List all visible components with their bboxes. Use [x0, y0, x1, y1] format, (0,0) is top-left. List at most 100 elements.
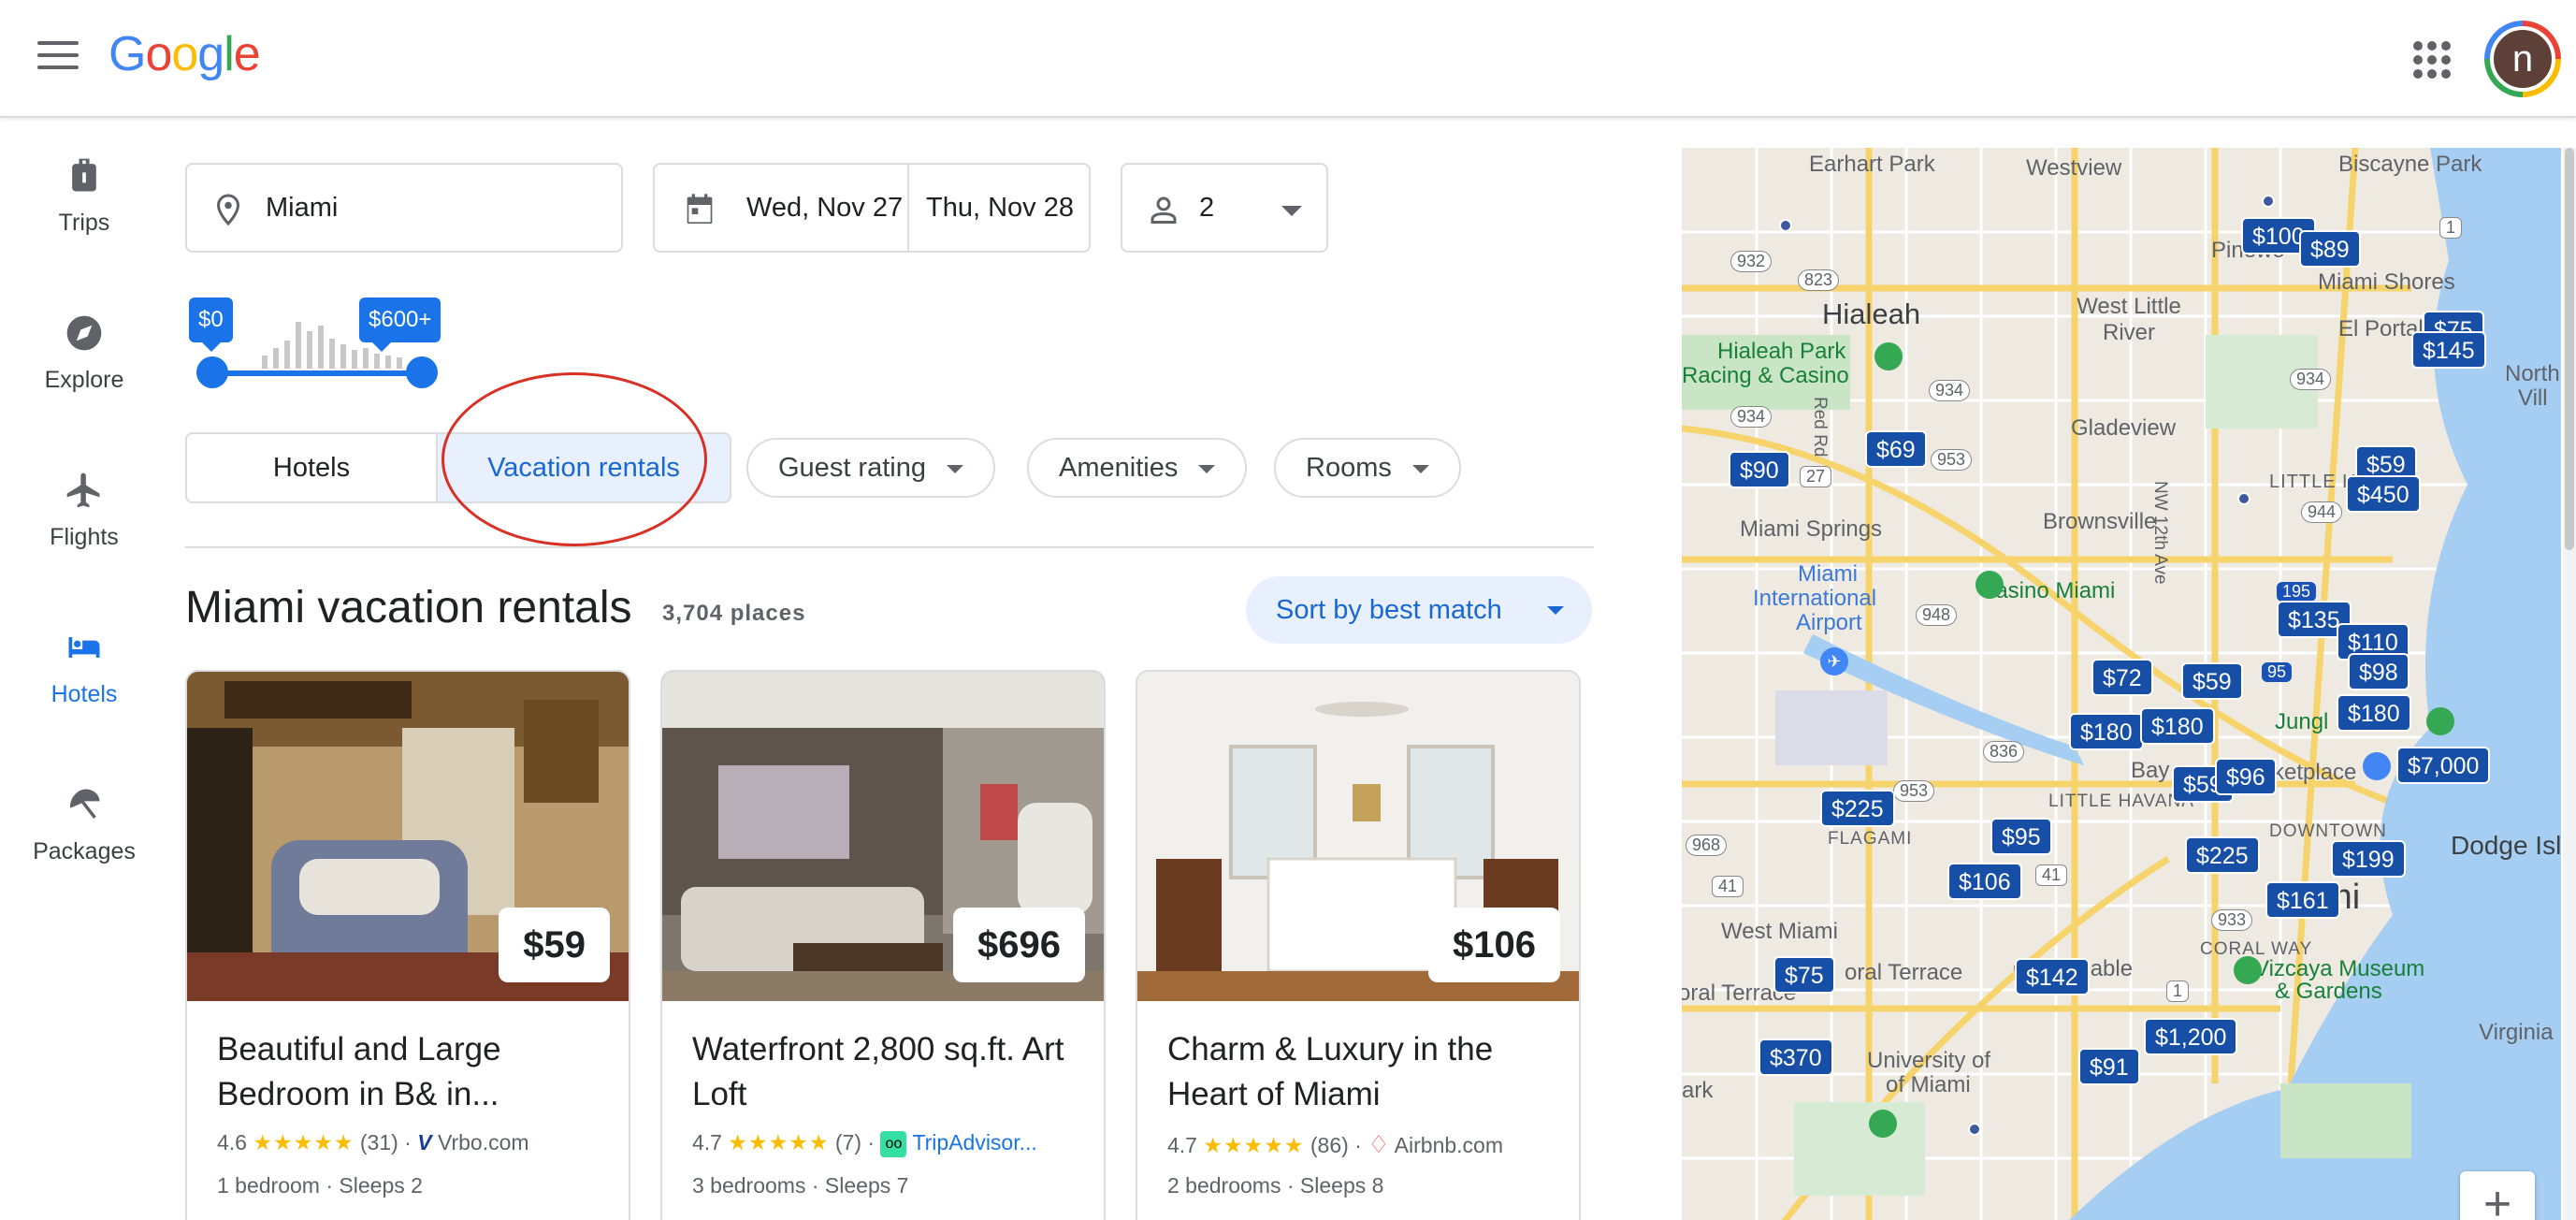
star-rating-icon: ★★★★★	[728, 1130, 830, 1155]
chevron-down-icon	[1547, 606, 1564, 615]
listing-card[interactable]: $59 Beautiful and Large Bedroom in B& in…	[185, 670, 630, 1220]
histogram-bar	[262, 356, 268, 369]
nav-trips[interactable]: Trips	[0, 155, 168, 237]
map-price-pin[interactable]: $75	[1773, 956, 1835, 994]
map-price-pin[interactable]: $90	[1729, 451, 1790, 488]
map-price-pin[interactable]: $450	[2346, 475, 2421, 513]
map-price-pin[interactable]: $91	[2078, 1048, 2140, 1085]
nav-hotels[interactable]: Hotels	[0, 627, 168, 708]
listing-details: 3 bedrooms · Sleeps 7	[692, 1173, 909, 1198]
map-label: Biscayne Park	[2338, 152, 2482, 177]
slider-min-handle[interactable]	[196, 356, 228, 388]
zoom-in-button[interactable]: +	[2460, 1171, 2535, 1220]
shopping-icon[interactable]	[2363, 752, 2391, 780]
route-marker: 953	[1893, 780, 1935, 802]
map-price-pin[interactable]: $96	[2215, 758, 2277, 795]
listing-card[interactable]: $106 Charm & Luxury in the Heart of Miam…	[1136, 670, 1581, 1220]
guests-selector[interactable]: 2	[1121, 163, 1328, 253]
route-marker: 823	[1798, 269, 1840, 291]
guest-rating-filter[interactable]: Guest rating	[746, 438, 995, 498]
slider-max-handle[interactable]	[406, 356, 438, 388]
nav-explore[interactable]: Explore	[0, 312, 168, 394]
map-scrollbar[interactable]	[2563, 148, 2576, 1220]
map-price-pin[interactable]: $180	[2069, 713, 2144, 750]
chevron-down-icon	[1411, 464, 1429, 473]
google-apps-icon[interactable]	[2413, 41, 2451, 79]
nav-flights[interactable]: Flights	[0, 470, 168, 551]
map-price-pin[interactable]: $98	[2348, 653, 2410, 690]
compass-icon	[66, 315, 102, 351]
map-price-pin[interactable]: $106	[1947, 863, 2022, 900]
listing-source[interactable]: TripAdvisor...	[912, 1130, 1036, 1155]
casino-icon[interactable]	[1975, 571, 2004, 599]
map-price-pin[interactable]: $89	[2299, 230, 2361, 268]
map-dot[interactable]	[1968, 1123, 1981, 1136]
airport-icon[interactable]: ✈	[1820, 647, 1848, 675]
map-label: & Gardens	[2275, 979, 2382, 1004]
map-price-pin[interactable]: $59	[2181, 662, 2243, 700]
chevron-down-icon	[1198, 464, 1216, 473]
scrollbar-thumb[interactable]	[2565, 148, 2574, 550]
google-logo[interactable]: Google	[109, 26, 261, 82]
results-map[interactable]: Earhart Park Westview Biscayne Park Hial…	[1682, 148, 2561, 1220]
location-field[interactable]: Miami	[185, 163, 623, 253]
listing-card[interactable]: $696 Waterfront 2,800 sq.ft. Art Loft 4.…	[660, 670, 1106, 1220]
person-icon	[1151, 196, 1177, 224]
guests-count: 2	[1199, 193, 1215, 223]
listing-rating: 4.7 ★★★★★ (86) · ♢ Airbnb.com	[1167, 1130, 1503, 1158]
slider-track[interactable]	[211, 370, 423, 376]
park-icon[interactable]	[1874, 342, 1903, 370]
nav-explore-label: Explore	[44, 367, 124, 393]
attraction-icon[interactable]	[2426, 707, 2454, 735]
sleeps-count: Sleeps 8	[1299, 1173, 1384, 1198]
top-header: Google n	[0, 0, 2576, 118]
map-label: Miami Shores	[2318, 269, 2455, 295]
map-price-pin[interactable]: $72	[2091, 659, 2153, 696]
map-price-pin[interactable]: $145	[2411, 331, 2486, 369]
map-dot[interactable]	[2262, 195, 2275, 208]
date-divider	[907, 165, 909, 251]
checkout-date[interactable]: Thu, Nov 28	[926, 193, 1074, 224]
tab-hotels[interactable]: Hotels	[185, 432, 438, 503]
map-price-pin[interactable]: $225	[2185, 836, 2260, 874]
map-dot[interactable]	[2237, 492, 2250, 505]
sleeps-count: Sleeps 2	[339, 1173, 423, 1198]
map-price-pin[interactable]: $1,200	[2144, 1018, 2238, 1055]
map-price-pin[interactable]: $370	[1758, 1038, 1833, 1076]
map-price-pin[interactable]: $199	[2331, 840, 2406, 878]
rating-value: 4.6	[217, 1130, 247, 1155]
map-price-pin[interactable]: $142	[2015, 958, 2090, 995]
amenities-filter[interactable]: Amenities	[1027, 438, 1248, 498]
map-dot[interactable]	[1779, 219, 1792, 232]
map-price-pin[interactable]: $69	[1865, 430, 1927, 468]
map-price-pin[interactable]: $180	[2140, 707, 2215, 745]
university-icon[interactable]	[1869, 1110, 1897, 1138]
map-label: West Miami	[1721, 919, 1838, 944]
listing-price: $106	[1428, 908, 1560, 982]
listing-title[interactable]: Charm & Luxury in the Heart of Miami	[1167, 1027, 1560, 1117]
listing-source[interactable]: Vrbo.com	[438, 1130, 529, 1155]
amenities-label: Amenities	[1059, 453, 1179, 483]
map-price-pin[interactable]: $225	[1820, 790, 1895, 827]
museum-icon[interactable]	[2234, 956, 2262, 984]
account-avatar[interactable]: n	[2484, 21, 2561, 97]
date-field[interactable]: Wed, Nov 27 Thu, Nov 28	[653, 163, 1091, 253]
nav-packages[interactable]: Packages	[0, 784, 168, 865]
listing-source[interactable]: Airbnb.com	[1395, 1133, 1503, 1157]
location-pin-icon	[216, 194, 240, 226]
listing-title[interactable]: Beautiful and Large Bedroom in B& in...	[217, 1027, 610, 1117]
histogram-bar	[329, 339, 335, 369]
listing-title[interactable]: Waterfront 2,800 sq.ft. Art Loft	[692, 1027, 1085, 1117]
checkin-date[interactable]: Wed, Nov 27	[746, 193, 903, 224]
map-price-pin[interactable]: $161	[2265, 881, 2340, 919]
rooms-filter[interactable]: Rooms	[1274, 438, 1461, 498]
map-label: DOWNTOWN	[2269, 821, 2387, 841]
main-menu-icon[interactable]	[37, 41, 79, 77]
sort-button[interactable]: Sort by best match	[1246, 576, 1592, 644]
map-label: West Little River	[2077, 294, 2181, 345]
map-price-pin[interactable]: $95	[1990, 818, 2052, 855]
map-price-pin[interactable]: $7,000	[2396, 747, 2491, 784]
listing-rating: 4.6 ★★★★★ (31) · V Vrbo.com	[217, 1130, 529, 1155]
map-price-pin[interactable]: $180	[2337, 694, 2411, 732]
histogram-bar	[374, 354, 380, 369]
